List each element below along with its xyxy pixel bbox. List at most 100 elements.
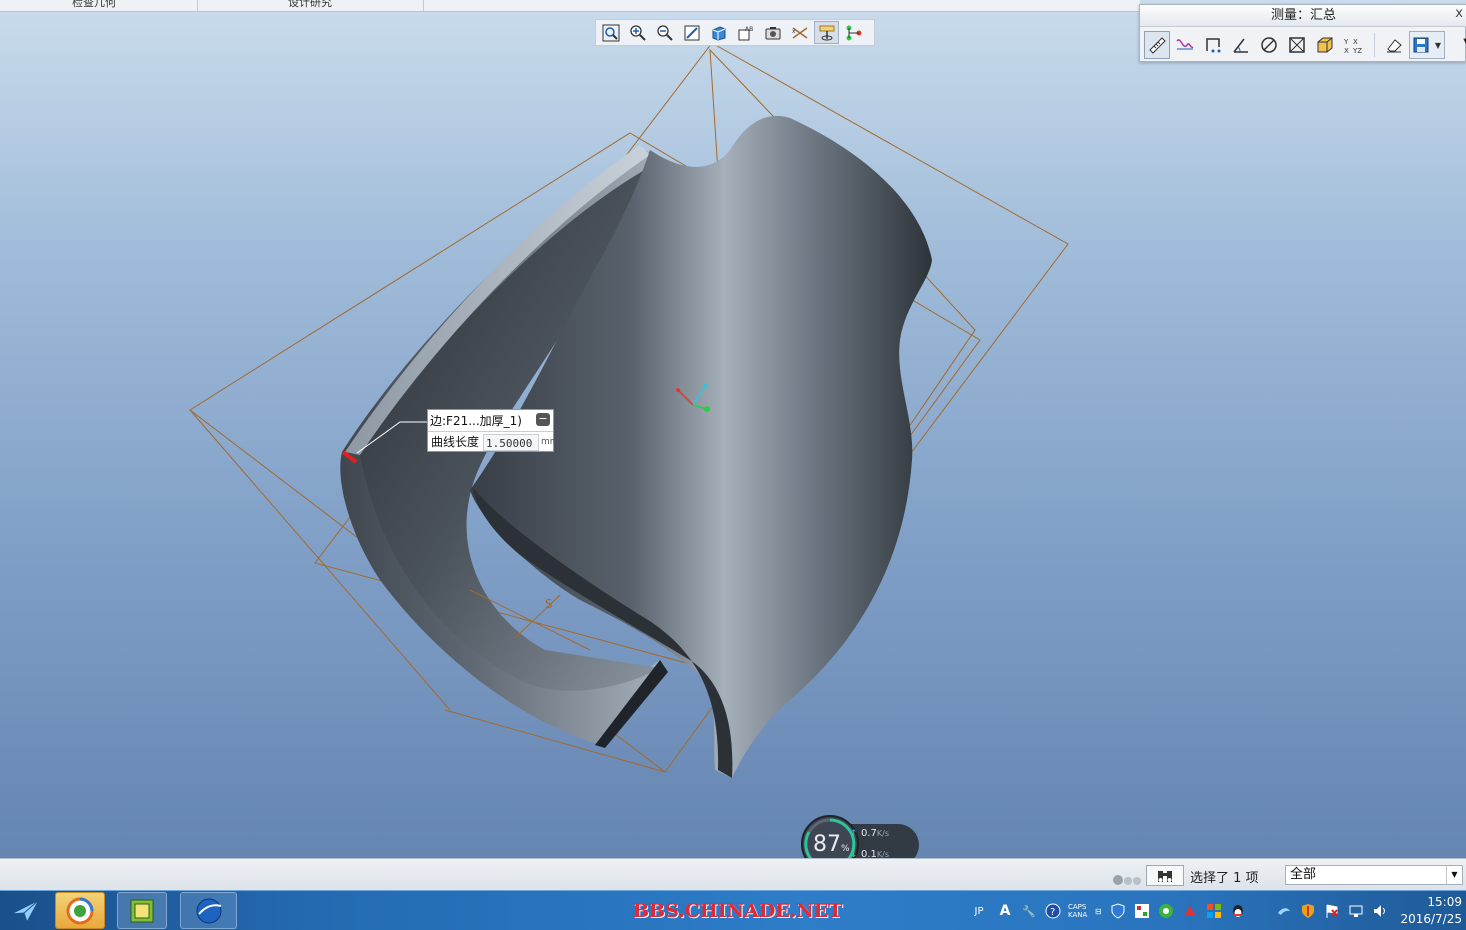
measure-area-button[interactable] xyxy=(1284,31,1310,59)
taskbar-app-creo[interactable] xyxy=(117,892,167,929)
measure-dialog-title[interactable]: 测量：汇总 xyxy=(1140,5,1466,27)
network-icon[interactable] xyxy=(1347,902,1365,920)
svg-text:YZ: YZ xyxy=(1352,47,1362,55)
toolbar-separator xyxy=(1374,33,1375,57)
qr-icon[interactable] xyxy=(1133,902,1151,920)
system-tray: JP A 🔧 ? CAPS KANA ⊟ xyxy=(968,891,1395,930)
globe-app-icon xyxy=(196,898,221,923)
start-button[interactable] xyxy=(4,892,48,929)
view-manager-button[interactable] xyxy=(760,21,785,44)
save-measure-button[interactable]: ▼ xyxy=(1409,31,1445,59)
callout-reference: 边:F21...加厚_1) xyxy=(430,414,522,428)
zoom-out-icon xyxy=(656,24,673,41)
volume-icon[interactable] xyxy=(1371,902,1389,920)
watermark-text: BBS.CHINADE.NET xyxy=(633,900,843,922)
update-icon[interactable] xyxy=(1181,902,1199,920)
measure-distance-button[interactable] xyxy=(1200,31,1226,59)
ime-mode-icon[interactable]: A xyxy=(996,902,1014,920)
qq-icon[interactable] xyxy=(1229,902,1247,920)
close-icon[interactable]: x xyxy=(1455,6,1463,21)
eraser-icon xyxy=(1387,39,1402,53)
view-toolbar: AB x xyxy=(595,19,875,46)
display-style-icon xyxy=(712,25,725,41)
clock-time: 15:09 xyxy=(1427,895,1462,909)
antivirus-shield-icon[interactable] xyxy=(1299,902,1317,920)
angle-icon xyxy=(1233,38,1248,53)
refit-icon xyxy=(602,24,619,41)
annotation-display-button[interactable] xyxy=(841,21,866,44)
curve-length-unit: mm xyxy=(541,437,559,447)
measure-curve-button[interactable] xyxy=(1172,31,1198,59)
measure-diameter-button[interactable] xyxy=(1256,31,1282,59)
saved-orientations-button[interactable]: AB xyxy=(733,21,758,44)
binoculars-icon xyxy=(1158,870,1172,882)
ime-menu-icon[interactable]: ⊟ xyxy=(1093,902,1103,920)
csys-label: S xyxy=(545,597,553,611)
zoom-in-button[interactable] xyxy=(625,21,650,44)
collapse-icon[interactable]: − xyxy=(536,413,550,426)
saved-orientations-icon: AB xyxy=(738,26,753,40)
repaint-icon xyxy=(684,25,699,40)
svg-text:Y: Y xyxy=(1343,38,1349,46)
datum-display-icon: x xyxy=(792,26,807,39)
diameter-icon xyxy=(1261,37,1277,53)
svg-text:AB: AB xyxy=(745,26,753,33)
upload-arrow-icon: ↑ xyxy=(850,829,858,839)
measure-callout[interactable]: 边:F21...加厚_1) − 曲线长度 1.50000 mm xyxy=(427,409,559,452)
measure-angle-button[interactable] xyxy=(1228,31,1254,59)
svg-text:X: X xyxy=(1353,38,1358,46)
distance-icon xyxy=(1206,38,1221,53)
find-button[interactable] xyxy=(1146,865,1184,886)
measure-length-button[interactable] xyxy=(1144,31,1170,59)
taskbar: BBS.CHINADE.NET JP A 🔧 ? CAPS KANA ⊟ 15:0… xyxy=(0,890,1466,930)
clock-date: 2016/7/25 xyxy=(1400,912,1462,926)
status-indicator xyxy=(1113,870,1142,889)
taskbar-app-globe[interactable] xyxy=(180,892,237,929)
status-bar: 选择了 1 项 全部 ▼ xyxy=(0,858,1466,890)
measure-dialog: 测量：汇总 x Y X X YZ ▼ xyxy=(1139,4,1466,62)
svg-text:x: x xyxy=(792,28,796,35)
taskbar-app-browser[interactable] xyxy=(55,892,105,929)
selection-count: 选择了 1 项 xyxy=(1190,871,1259,886)
upload-rate: 0.7K/s xyxy=(861,828,890,839)
annotation-display-icon xyxy=(846,25,861,40)
help-icon[interactable]: ? xyxy=(1044,902,1062,920)
clock[interactable]: 15:09 2016/7/25 xyxy=(1394,894,1462,928)
action-center-flag-icon[interactable] xyxy=(1323,902,1341,920)
memory-percent: 87% xyxy=(813,832,850,857)
area-icon xyxy=(1289,37,1305,53)
browser-icon xyxy=(66,897,94,924)
bird-icon[interactable] xyxy=(1275,902,1293,920)
ime-tools-icon[interactable]: 🔧 xyxy=(1020,902,1038,920)
model-scene[interactable]: S xyxy=(0,0,1466,858)
ime-indicator[interactable]: JP xyxy=(968,902,990,920)
display-style-button[interactable] xyxy=(706,21,731,44)
graphics-window[interactable]: S xyxy=(0,0,1466,858)
ribbon-group-design-study[interactable]: 设计研究 xyxy=(198,0,424,11)
measure-transform-button[interactable]: Y X X YZ xyxy=(1340,31,1366,59)
zoom-in-icon xyxy=(629,24,646,41)
refit-button[interactable] xyxy=(598,21,623,44)
ribbon-group-bar: 检查几何 设计研究 xyxy=(0,0,1140,12)
repaint-button[interactable] xyxy=(679,21,704,44)
360-icon[interactable] xyxy=(1157,902,1175,920)
save-icon xyxy=(1413,37,1429,53)
zoom-out-button[interactable] xyxy=(652,21,677,44)
selection-filter[interactable]: 全部 ▼ xyxy=(1285,865,1463,885)
spin-center-toggle-icon xyxy=(819,25,834,40)
ribbon-group-inspect-geometry[interactable]: 检查几何 xyxy=(0,0,198,11)
clear-measures-button[interactable] xyxy=(1381,31,1407,59)
chevron-down-icon[interactable]: ▼ xyxy=(1446,866,1462,884)
measure-volume-button[interactable] xyxy=(1312,31,1338,59)
curve-length-value: 1.50000 xyxy=(483,434,539,451)
transform-icon: Y XX YZ xyxy=(1343,38,1362,55)
datum-display-button[interactable]: x xyxy=(787,21,812,44)
svg-text:S: S xyxy=(545,597,553,611)
volume-icon xyxy=(1317,37,1333,53)
svg-text:X: X xyxy=(1344,47,1349,55)
caps-kana-indicator: CAPS KANA xyxy=(1068,903,1088,919)
length-icon xyxy=(1149,37,1166,54)
shield-icon[interactable] xyxy=(1109,902,1127,920)
windows-flag-icon[interactable] xyxy=(1205,902,1223,920)
spin-center-button[interactable] xyxy=(814,21,839,44)
